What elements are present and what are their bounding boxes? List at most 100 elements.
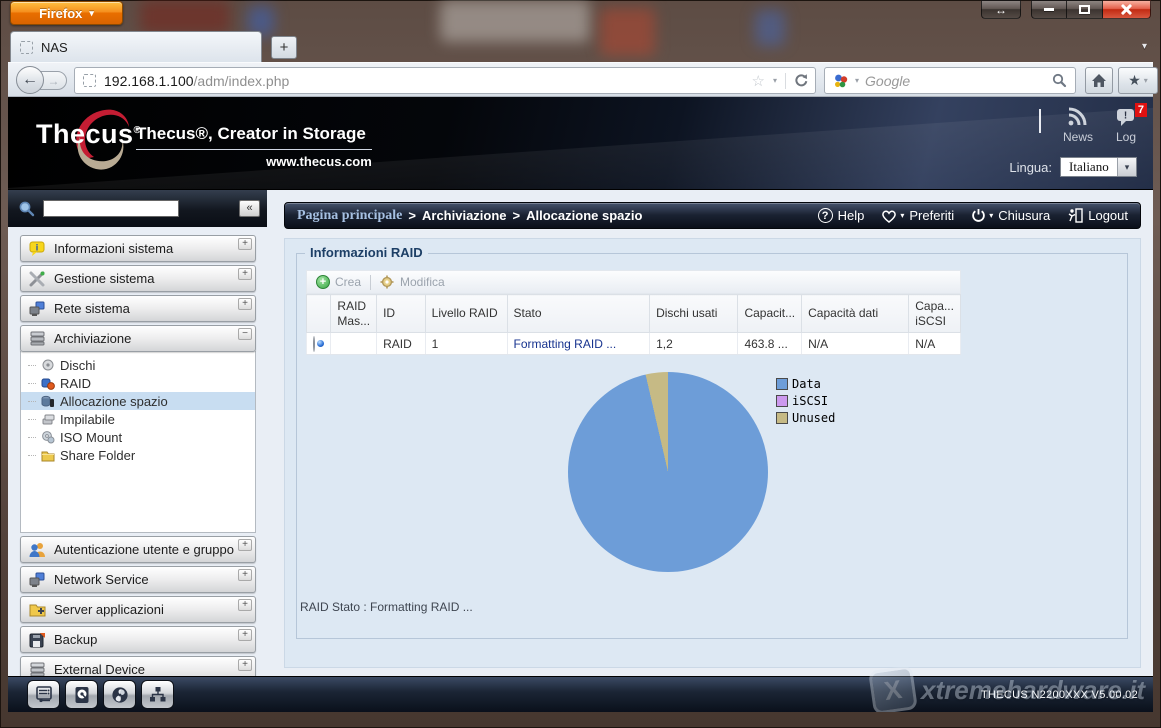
sidebar-collapse-button[interactable]: « (239, 200, 260, 217)
chevron-down-icon: ▾ (989, 211, 993, 220)
header-disks-used[interactable]: Dischi usati (650, 295, 738, 333)
home-button[interactable] (1085, 67, 1113, 94)
sidebar: « i Informazioni sistema + (8, 190, 267, 676)
shutdown-label: Chiusura (998, 208, 1050, 223)
url-bar[interactable]: 192.168.1.100/adm/index.php ☆ ▾ (74, 67, 816, 94)
expand-icon[interactable]: + (238, 298, 252, 310)
raid-radio-button[interactable] (313, 336, 315, 352)
expand-icon[interactable]: + (238, 569, 252, 581)
news-button[interactable]: News (1063, 107, 1093, 144)
maximize-button[interactable] (1067, 0, 1103, 19)
collapse-icon[interactable]: − (238, 328, 252, 340)
search-engine-dropdown-icon[interactable]: ▾ (855, 76, 859, 85)
language-label: Lingua: (1009, 160, 1052, 175)
create-button[interactable]: + Crea (316, 275, 361, 289)
back-button[interactable]: ← (16, 66, 44, 94)
sidebar-item-allocazione-spazio[interactable]: Allocazione spazio (21, 392, 255, 410)
legend-item-unused: Unused (776, 411, 835, 425)
cell-raid-master (331, 333, 377, 355)
tab-title: NAS (41, 40, 68, 55)
svg-text:i: i (36, 242, 39, 252)
firefox-menu-label: Firefox (39, 6, 82, 21)
expand-icon[interactable]: + (238, 629, 252, 641)
header-data-capacity[interactable]: Capacità dati (802, 295, 909, 333)
header-capacity[interactable]: Capacit... (738, 295, 802, 333)
sidebar-item-impilabile[interactable]: Impilabile (21, 410, 255, 428)
sidebar-section-gestione-sistema[interactable]: Gestione sistema + (20, 265, 256, 292)
header-iscsi-capacity[interactable]: Capa... iSCSI (909, 295, 961, 333)
sidebar-item-raid[interactable]: RAID (21, 374, 255, 392)
header-status[interactable]: Stato (507, 295, 650, 333)
sidebar-section-server-applicazioni[interactable]: Server applicazioni + (20, 596, 256, 623)
favorites-link[interactable]: ▾ Preferiti (881, 208, 954, 223)
quick-links: ? Help ▾ Preferiti (818, 208, 1128, 223)
expand-icon[interactable]: + (238, 238, 252, 250)
legend-label: iSCSI (792, 394, 828, 408)
sidebar-item-dischi[interactable]: Dischi (21, 356, 255, 374)
log-button[interactable]: ! 7 Log (1115, 107, 1137, 144)
edit-button[interactable]: Modifica (380, 275, 445, 289)
table-row[interactable]: RAID 1 Formatting RAID ... 1,2 463.8 ...… (307, 333, 961, 355)
share-folder-icon (41, 449, 55, 462)
tagline-text: Thecus®, Creator in Storage (136, 124, 372, 150)
search-bar[interactable]: ▾ Google (824, 67, 1076, 94)
header-actions: News ! 7 Log (1039, 107, 1137, 144)
sidebar-section-backup[interactable]: Backup + (20, 626, 256, 653)
minimize-button[interactable] (1031, 0, 1067, 19)
sidebar-item-iso-mount[interactable]: ISO Mount (21, 428, 255, 446)
header-raid-level[interactable]: Livello RAID (425, 295, 507, 333)
header-raid-master[interactable]: RAID Mas... (331, 295, 377, 333)
raid-toolbar: + Crea Modifica (306, 270, 961, 294)
fieldset-title: Informazioni RAID (305, 245, 428, 260)
expand-icon[interactable]: + (238, 539, 252, 551)
expand-icon[interactable]: + (238, 268, 252, 280)
raid-status-link[interactable]: Formatting RAID ... (514, 337, 617, 351)
footer-disk-status-button[interactable] (65, 680, 98, 709)
storage-server-icon (29, 331, 46, 347)
sidebar-section-archiviazione[interactable]: Archiviazione − (20, 325, 256, 352)
breadcrumb-home-link[interactable]: Pagina principale (297, 208, 402, 224)
sidebar-section-network-service[interactable]: Network Service + (20, 566, 256, 593)
chevron-down-icon: ▾ (1117, 158, 1136, 176)
tab-bar: NAS + ▾ (8, 30, 1153, 62)
search-icon[interactable] (1052, 73, 1067, 88)
expand-icon[interactable]: + (238, 599, 252, 611)
plus-icon: + (316, 275, 330, 289)
tab-nas[interactable]: NAS (10, 31, 262, 62)
forward-button[interactable]: → (40, 71, 67, 90)
chevron-down-icon: ▾ (89, 8, 94, 19)
site-identity-icon (83, 74, 96, 87)
sidebar-item-share-folder[interactable]: Share Folder (21, 446, 255, 464)
firefox-menu-button[interactable]: Firefox ▾ (10, 1, 123, 25)
stackable-icon (41, 413, 55, 426)
hdd-status-icon (74, 686, 90, 704)
header-id[interactable]: ID (377, 295, 426, 333)
home-icon (1091, 73, 1107, 88)
window-restore-button[interactable]: ↔ (981, 0, 1021, 19)
shutdown-link[interactable]: ▾ Chiusura (971, 208, 1050, 223)
list-all-tabs-button[interactable]: ▾ (1142, 41, 1147, 52)
sidebar-section-informazioni-sistema[interactable]: i Informazioni sistema + (20, 235, 256, 262)
footer-nas-status-button[interactable] (27, 680, 60, 709)
footer-fan-status-button[interactable] (103, 680, 136, 709)
users-icon (29, 542, 46, 558)
sidebar-search-input[interactable] (43, 200, 179, 217)
new-tab-button[interactable]: + (271, 36, 297, 59)
language-select[interactable]: Italiano ▾ (1060, 157, 1137, 177)
reload-icon[interactable] (794, 73, 809, 88)
footer-bar: THECUS N2200XXX V5.00.02 (8, 676, 1153, 712)
bookmark-dropdown-icon[interactable]: ▾ (773, 76, 777, 85)
logout-link[interactable]: Logout (1067, 208, 1128, 223)
language-row: Lingua: Italiano ▾ (1009, 157, 1137, 177)
sidebar-section-autenticazione[interactable]: Autenticazione utente e gruppo + (20, 536, 256, 563)
footer-network-status-button[interactable] (141, 680, 174, 709)
expand-icon[interactable]: + (238, 659, 252, 671)
close-button[interactable] (1103, 0, 1151, 19)
breadcrumb-separator: > (408, 208, 416, 223)
search-input[interactable]: Google (865, 73, 1046, 89)
news-label: News (1063, 130, 1093, 144)
help-link[interactable]: ? Help (818, 208, 865, 223)
bookmarks-menu-button[interactable]: ★ ▾ (1118, 67, 1158, 94)
sidebar-section-rete-sistema[interactable]: Rete sistema + (20, 295, 256, 322)
bookmark-star-icon[interactable]: ☆ (752, 72, 765, 90)
